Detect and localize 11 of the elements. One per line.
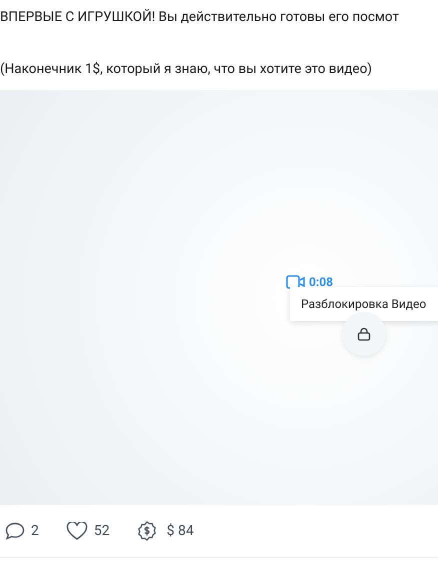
lock-icon: [357, 327, 371, 341]
comment-count: 2: [31, 522, 39, 540]
video-camera-icon: [286, 275, 306, 289]
tips-total: $ 84: [166, 522, 194, 540]
comment-icon[interactable]: [5, 522, 25, 540]
post-note: (Наконечник 1$, который я знаю, что вы хотите это видео): [0, 60, 373, 78]
like-count: 52: [94, 522, 110, 540]
post-title: ВПЕРВЫЕ С ИГРУШКОЙ! Вы действительно готовы его посмот: [0, 8, 400, 26]
unlock-tooltip: Разблокировка Видео: [290, 287, 438, 321]
heart-icon[interactable]: [66, 522, 88, 540]
dollar-badge-icon[interactable]: [136, 521, 157, 541]
